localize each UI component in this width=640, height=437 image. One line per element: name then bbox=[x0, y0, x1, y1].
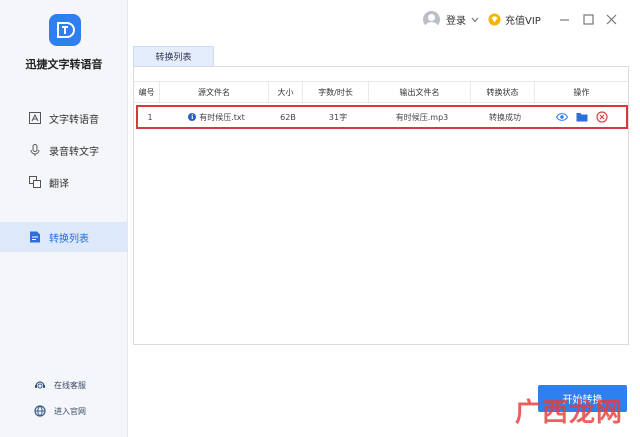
official-site-link[interactable]: 进入官网 bbox=[34, 405, 86, 417]
table-header: 编号 源文件名 大小 字数/时长 输出文件名 转换状态 操作 bbox=[134, 81, 628, 103]
sidebar-item-label: 转换列表 bbox=[49, 233, 89, 245]
cell-output: 有时候压.mp3 bbox=[395, 112, 449, 122]
delete-icon[interactable] bbox=[595, 111, 608, 123]
sidebar-item-speech-to-text[interactable]: 录音转文字 bbox=[0, 135, 127, 165]
column-header: 字数/时长 bbox=[303, 82, 369, 102]
table-row[interactable]: 1 i 有时候压.txt 62B 31字 有时候压.mp3 转换成功 bbox=[136, 105, 628, 129]
sidebar-item-label: 翻译 bbox=[49, 178, 69, 190]
app-logo-icon bbox=[49, 14, 81, 46]
column-header: 输出文件名 bbox=[369, 82, 471, 102]
column-header: 源文件名 bbox=[160, 82, 269, 102]
vip-diamond-icon bbox=[488, 13, 501, 26]
footer-label: 在线客服 bbox=[54, 380, 86, 390]
chevron-down-icon bbox=[471, 17, 479, 23]
tab-convert-list[interactable]: 转换列表 bbox=[133, 46, 214, 66]
info-icon: i bbox=[188, 113, 197, 121]
cell-size: 62B bbox=[280, 112, 296, 122]
app-name: 迅捷文字转语音 bbox=[25, 58, 103, 71]
sidebar-item-text-to-speech[interactable]: 文字转语音 bbox=[0, 103, 127, 133]
sidebar-item-label: 文字转语音 bbox=[49, 114, 99, 126]
title-bar: 登录 充值VIP bbox=[128, 0, 640, 40]
sidebar-item-label: 录音转文字 bbox=[49, 146, 99, 158]
text-to-speech-icon bbox=[28, 111, 42, 125]
open-folder-icon[interactable] bbox=[576, 111, 588, 123]
footer-label: 进入官网 bbox=[54, 406, 86, 416]
column-header: 转换状态 bbox=[471, 82, 535, 102]
minimize-icon[interactable] bbox=[557, 12, 571, 26]
globe-icon bbox=[34, 405, 46, 417]
close-icon[interactable] bbox=[604, 12, 618, 26]
column-header: 操作 bbox=[573, 87, 590, 97]
login-label: 登录 bbox=[446, 16, 466, 27]
column-header: 大小 bbox=[269, 82, 303, 102]
sidebar-item-convert-list[interactable]: 转换列表 bbox=[0, 222, 127, 252]
watermark: 广西龙网 bbox=[515, 398, 624, 428]
cell-status: 转换成功 bbox=[489, 112, 521, 122]
sidebar-item-translate[interactable]: 翻译 bbox=[0, 167, 127, 197]
maximize-icon[interactable] bbox=[581, 12, 595, 26]
cell-actions bbox=[537, 107, 626, 127]
cell-source: i 有时候压.txt bbox=[162, 107, 271, 127]
convert-list-icon bbox=[28, 230, 42, 244]
preview-eye-icon[interactable] bbox=[555, 111, 568, 123]
vip-label: 充值VIP bbox=[505, 16, 541, 27]
vip-button[interactable]: 充值VIP bbox=[488, 12, 541, 27]
column-header: 编号 bbox=[134, 82, 160, 102]
translate-icon bbox=[28, 175, 42, 189]
cell-id: 1 bbox=[147, 112, 153, 122]
avatar-icon bbox=[423, 11, 440, 28]
login-button[interactable]: 登录 bbox=[423, 11, 479, 28]
customer-service-icon bbox=[34, 379, 46, 391]
customer-service-link[interactable]: 在线客服 bbox=[34, 379, 86, 391]
cell-length: 31字 bbox=[328, 112, 348, 122]
sidebar: 迅捷文字转语音 文字转语音 录音转文字 翻译 转换列表 在线客服 进入官网 bbox=[0, 0, 128, 437]
convert-list-panel: 编号 源文件名 大小 字数/时长 输出文件名 转换状态 操作 1 i 有时候压.… bbox=[133, 66, 629, 345]
source-filename: 有时候压.txt bbox=[199, 112, 245, 122]
microphone-icon bbox=[28, 143, 42, 157]
